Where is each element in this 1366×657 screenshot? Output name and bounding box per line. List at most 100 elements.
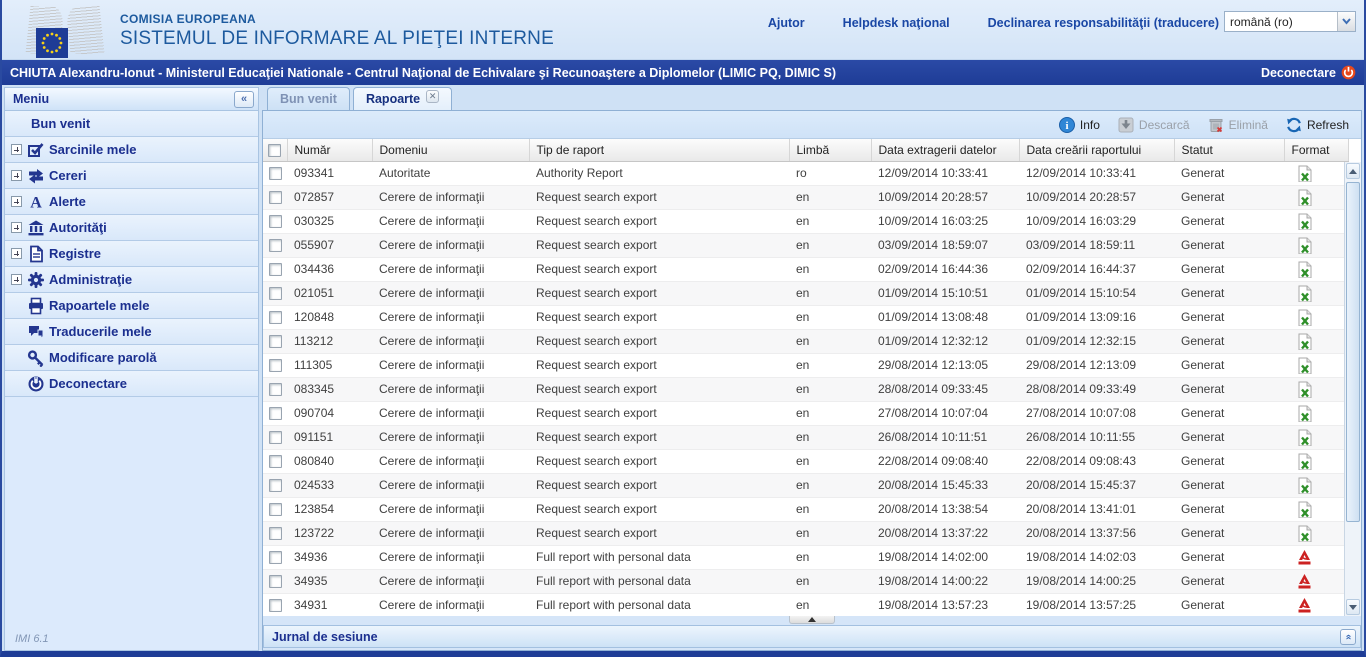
row-checkbox[interactable] bbox=[269, 335, 282, 348]
row-checkbox[interactable] bbox=[269, 431, 282, 444]
table-row[interactable]: 034436 Cerere de informaţii Request sear… bbox=[263, 257, 1348, 281]
column-header-domeniu[interactable]: Domeniu bbox=[372, 139, 529, 161]
tab-rapoarte[interactable]: Rapoarte ✕ bbox=[353, 87, 452, 110]
table-row[interactable]: 113212 Cerere de informaţii Request sear… bbox=[263, 329, 1348, 353]
column-header-data-cre-rii-raportului[interactable]: Data creării raportului bbox=[1019, 139, 1174, 161]
excel-file-icon[interactable] bbox=[1296, 477, 1313, 494]
row-checkbox[interactable] bbox=[269, 311, 282, 324]
table-row[interactable]: 120848 Cerere de informaţii Request sear… bbox=[263, 305, 1348, 329]
expand-plus-icon[interactable] bbox=[11, 274, 22, 285]
sidebar-item-registre[interactable]: Registre bbox=[5, 241, 258, 267]
table-row[interactable]: 080840 Cerere de informaţii Request sear… bbox=[263, 449, 1348, 473]
select-all-checkbox[interactable] bbox=[268, 144, 281, 157]
excel-file-icon[interactable] bbox=[1296, 213, 1313, 230]
column-header-format[interactable]: Format bbox=[1284, 139, 1348, 161]
sidebar-item-modificare-parol-[interactable]: Modificare parolă bbox=[5, 345, 258, 371]
table-row[interactable]: 021051 Cerere de informaţii Request sear… bbox=[263, 281, 1348, 305]
table-row[interactable]: 123722 Cerere de informaţii Request sear… bbox=[263, 521, 1348, 545]
sidebar-item-administra-ie[interactable]: Administraţie bbox=[5, 267, 258, 293]
sidebar-item-traducerile-mele[interactable]: Traducerile mele bbox=[5, 319, 258, 345]
row-checkbox[interactable] bbox=[269, 383, 282, 396]
descarc--button[interactable]: Descarcă bbox=[1118, 117, 1190, 133]
national-helpdesk-link[interactable]: Helpdesk naţional bbox=[843, 16, 950, 30]
table-row[interactable]: 072857 Cerere de informaţii Request sear… bbox=[263, 185, 1348, 209]
sidebar-item-deconectare[interactable]: Deconectare bbox=[5, 371, 258, 397]
expand-plus-icon[interactable] bbox=[11, 196, 22, 207]
refresh-button[interactable]: Refresh bbox=[1286, 117, 1349, 133]
table-row[interactable]: 123854 Cerere de informaţii Request sear… bbox=[263, 497, 1348, 521]
row-checkbox[interactable] bbox=[269, 191, 282, 204]
excel-file-icon[interactable] bbox=[1296, 381, 1313, 398]
column-header-num-r[interactable]: Număr bbox=[287, 139, 372, 161]
expand-plus-icon[interactable] bbox=[11, 170, 22, 181]
row-checkbox[interactable] bbox=[269, 407, 282, 420]
row-checkbox[interactable] bbox=[269, 455, 282, 468]
row-checkbox[interactable] bbox=[269, 575, 282, 588]
sidebar-collapse-button[interactable]: « bbox=[234, 91, 254, 108]
logout-button[interactable]: Deconectare bbox=[1261, 65, 1356, 80]
disclaimer-link[interactable]: Declinarea responsabilităţii (traducere) bbox=[988, 16, 1219, 30]
table-row[interactable]: 091151 Cerere de informaţii Request sear… bbox=[263, 425, 1348, 449]
excel-file-icon[interactable] bbox=[1296, 525, 1313, 542]
pdf-file-icon[interactable] bbox=[1296, 549, 1313, 566]
expand-plus-icon[interactable] bbox=[11, 248, 22, 259]
excel-file-icon[interactable] bbox=[1296, 165, 1313, 182]
row-checkbox[interactable] bbox=[269, 287, 282, 300]
column-header-limb-[interactable]: Limbă bbox=[789, 139, 871, 161]
table-row[interactable]: 055907 Cerere de informaţii Request sear… bbox=[263, 233, 1348, 257]
table-row[interactable]: 34931 Cerere de informaţii Full report w… bbox=[263, 593, 1348, 617]
tab-bun-venit[interactable]: Bun venit bbox=[267, 87, 350, 110]
vertical-scrollbar[interactable] bbox=[1344, 162, 1361, 616]
excel-file-icon[interactable] bbox=[1296, 357, 1313, 374]
row-checkbox[interactable] bbox=[269, 503, 282, 516]
sidebar-item-cereri[interactable]: Cereri bbox=[5, 163, 258, 189]
session-log-panel-header[interactable]: Jurnal de sesiune « bbox=[263, 625, 1361, 648]
table-row[interactable]: 083345 Cerere de informaţii Request sear… bbox=[263, 377, 1348, 401]
expand-plus-icon[interactable] bbox=[11, 222, 22, 233]
row-checkbox[interactable] bbox=[269, 479, 282, 492]
row-checkbox[interactable] bbox=[269, 167, 282, 180]
excel-file-icon[interactable] bbox=[1296, 453, 1313, 470]
row-checkbox[interactable] bbox=[269, 263, 282, 276]
excel-file-icon[interactable] bbox=[1296, 501, 1313, 518]
row-checkbox[interactable] bbox=[269, 551, 282, 564]
language-selector[interactable]: română (ro) bbox=[1224, 11, 1356, 32]
excel-file-icon[interactable] bbox=[1296, 405, 1313, 422]
column-header-statut[interactable]: Statut bbox=[1174, 139, 1284, 161]
session-panel-expand-button[interactable]: « bbox=[1340, 629, 1356, 645]
expand-plus-icon[interactable] bbox=[11, 144, 22, 155]
sidebar-item-sarcinile-mele[interactable]: Sarcinile mele bbox=[5, 137, 258, 163]
pdf-file-icon[interactable] bbox=[1296, 573, 1313, 590]
excel-file-icon[interactable] bbox=[1296, 237, 1313, 254]
table-row[interactable]: 093341 Autoritate Authority Report ro 12… bbox=[263, 161, 1348, 185]
sidebar-item-rapoartele-mele[interactable]: Rapoartele mele bbox=[5, 293, 258, 319]
column-header-data-extragerii-datelor[interactable]: Data extragerii datelor bbox=[871, 139, 1019, 161]
tab-close-icon[interactable]: ✕ bbox=[426, 90, 439, 103]
scrollbar-up-button[interactable] bbox=[1346, 163, 1360, 179]
excel-file-icon[interactable] bbox=[1296, 189, 1313, 206]
row-checkbox[interactable] bbox=[269, 239, 282, 252]
excel-file-icon[interactable] bbox=[1296, 261, 1313, 278]
scrollbar-thumb[interactable] bbox=[1346, 182, 1360, 522]
table-row[interactable]: 34935 Cerere de informaţii Full report w… bbox=[263, 569, 1348, 593]
column-header-tip-de-raport[interactable]: Tip de raport bbox=[529, 139, 789, 161]
row-checkbox[interactable] bbox=[269, 599, 282, 612]
elimin--button[interactable]: Elimină bbox=[1208, 117, 1268, 133]
scrollbar-down-button[interactable] bbox=[1346, 599, 1360, 615]
info-button[interactable]: i Info bbox=[1059, 117, 1100, 133]
row-checkbox[interactable] bbox=[269, 215, 282, 228]
sidebar-item-autorit-i[interactable]: Autorităţi bbox=[5, 215, 258, 241]
table-row[interactable]: 030325 Cerere de informaţii Request sear… bbox=[263, 209, 1348, 233]
excel-file-icon[interactable] bbox=[1296, 285, 1313, 302]
row-checkbox[interactable] bbox=[269, 359, 282, 372]
table-row[interactable]: 090704 Cerere de informaţii Request sear… bbox=[263, 401, 1348, 425]
row-checkbox[interactable] bbox=[269, 527, 282, 540]
sidebar-item-alerte[interactable]: A Alerte bbox=[5, 189, 258, 215]
language-dropdown-button[interactable] bbox=[1337, 12, 1355, 31]
help-link[interactable]: Ajutor bbox=[768, 16, 805, 30]
pdf-file-icon[interactable] bbox=[1296, 597, 1313, 614]
excel-file-icon[interactable] bbox=[1296, 309, 1313, 326]
table-row[interactable]: 34936 Cerere de informaţii Full report w… bbox=[263, 545, 1348, 569]
table-row[interactable]: 111305 Cerere de informaţii Request sear… bbox=[263, 353, 1348, 377]
excel-file-icon[interactable] bbox=[1296, 333, 1313, 350]
